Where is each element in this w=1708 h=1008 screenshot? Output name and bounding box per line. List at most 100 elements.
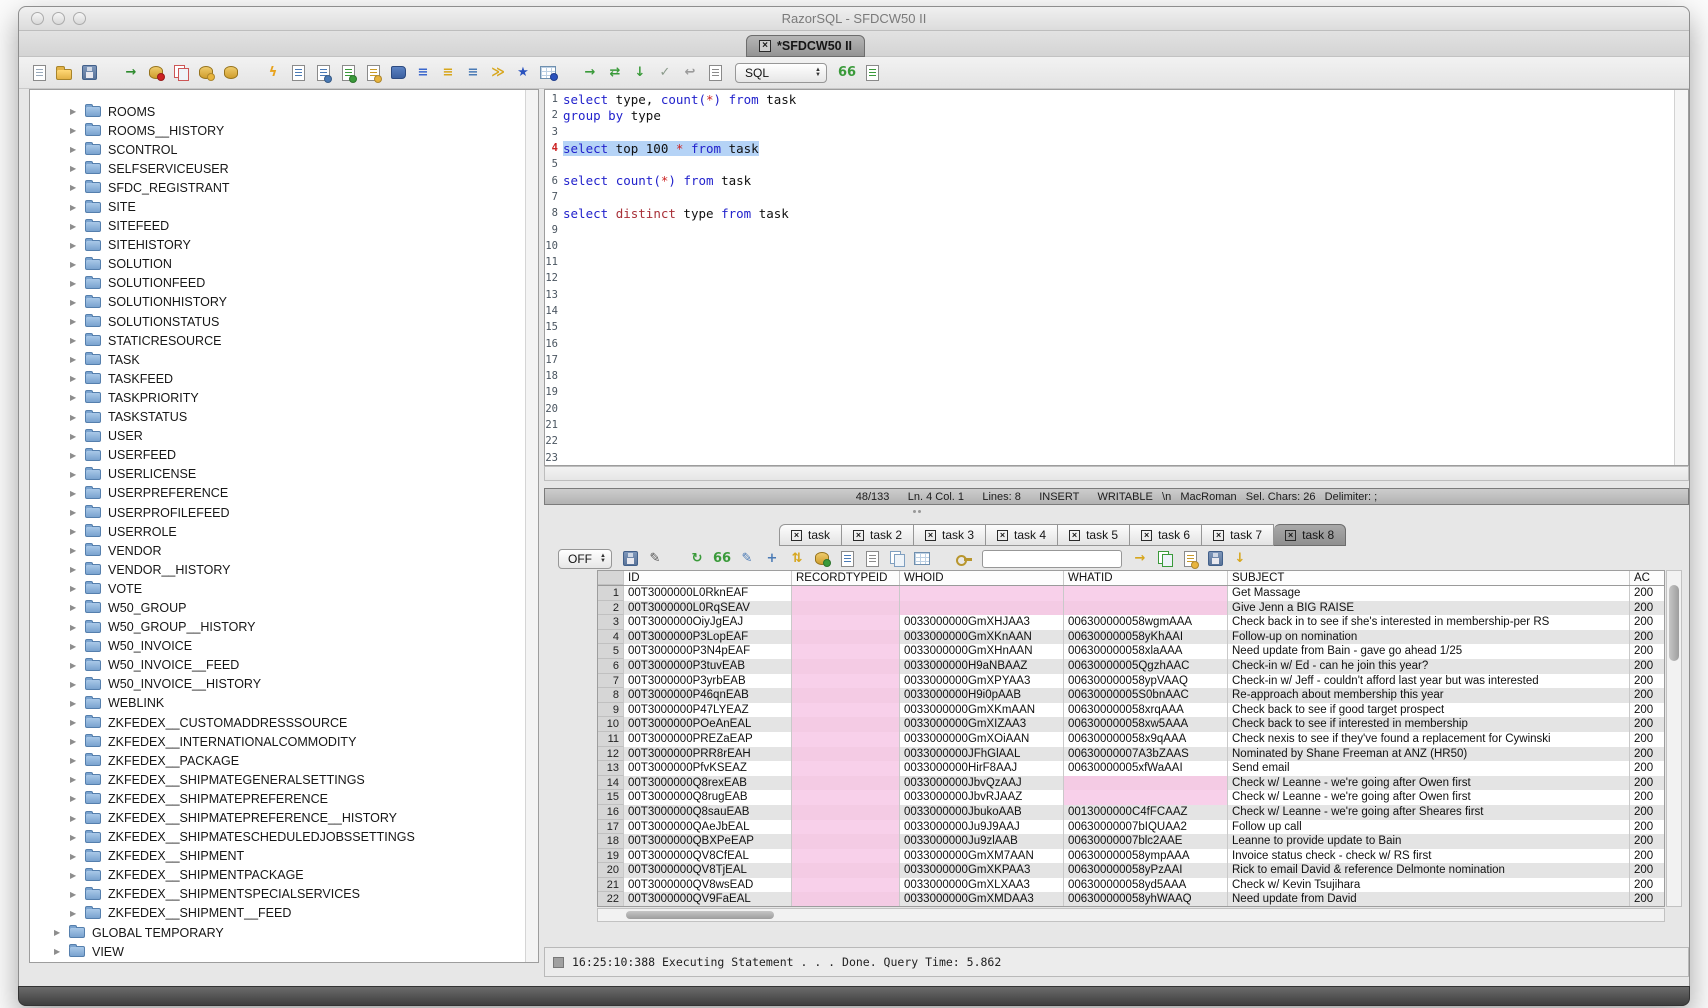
edit-connection-icon[interactable] [196,63,216,83]
grid-cell[interactable]: 200 [1630,688,1665,703]
editor-line-12[interactable]: 12 [545,270,1673,286]
editor-line-14[interactable]: 14 [545,303,1673,319]
tree-item-weblink[interactable]: ▶WEBLINK [30,694,525,713]
edit-results-icon[interactable]: ✎ [737,549,757,569]
tree-item-zkfedex-shipmatepreference-history[interactable]: ▶ZKFEDEX__SHIPMATEPREFERENCE__HISTORY [30,808,525,827]
tree-item-vote[interactable]: ▶VOTE [30,579,525,598]
grid-cell[interactable] [900,601,1064,616]
column-header-id[interactable]: ID [624,571,792,585]
tree-item-sitehistory[interactable]: ▶SITEHISTORY [30,236,525,255]
run-statement-icon[interactable]: → [580,63,600,83]
sql-history-icon[interactable] [388,63,408,83]
grid-cell[interactable]: 200 [1630,878,1665,893]
grid-row-14[interactable]: 1400T3000000Q8rexEAB0033000000JbvQzAAJCh… [598,776,1664,791]
grid-cell[interactable]: 0033000000GmXKPAA3 [900,863,1064,878]
editor-line-18[interactable]: 18 [545,368,1673,384]
editor-line-11[interactable]: 11 [545,254,1673,270]
row-number[interactable]: 12 [598,747,624,762]
grid-cell[interactable]: 0033000000JbvQzAAJ [900,776,1064,791]
expand-arrow-icon[interactable]: ▶ [70,584,85,593]
grid-cell[interactable]: Need update from David [1228,892,1630,907]
grid-cell[interactable]: 00630000005xfWaAAI [1064,761,1228,776]
editor-line-23[interactable]: 23 [545,450,1673,466]
grid-cell[interactable] [792,674,900,689]
grid-cell[interactable]: Rick to email David & reference Delmonte… [1228,863,1630,878]
grid-cell[interactable]: Leanne to provide update to Bain [1228,834,1630,849]
grid-cell[interactable] [792,776,900,791]
tree-item-scontrol[interactable]: ▶SCONTROL [30,140,525,159]
grid-cell[interactable]: 00T3000000QAeJbEAL [624,820,792,835]
editor-hscrollbar[interactable] [544,466,1689,481]
grid-cell[interactable]: 006300000058xlaAAA [1064,644,1228,659]
expand-arrow-icon[interactable]: ▶ [70,794,85,803]
grid-cell[interactable]: 0033000000H9aNBAAZ [900,659,1064,674]
grid-cell[interactable]: 0033000000GmXHJAA3 [900,615,1064,630]
grid-cell[interactable]: 200 [1630,601,1665,616]
tree-item-user[interactable]: ▶USER [30,427,525,446]
favorites-icon[interactable]: ★ [513,63,533,83]
row-number[interactable]: 19 [598,849,624,864]
copy-connection-icon[interactable] [171,63,191,83]
grid-cell[interactable] [792,878,900,893]
row-number[interactable]: 4 [598,630,624,645]
grid-cell[interactable]: Need update from Bain - gave go ahead 1/… [1228,644,1630,659]
grid-cell[interactable]: 0033000000GmXIZAA3 [900,717,1064,732]
grid-cell[interactable]: 200 [1630,732,1665,747]
row-number[interactable]: 11 [598,732,624,747]
tree-item-global-temporary[interactable]: ▶GLOBAL TEMPORARY [30,923,525,942]
grid-cell[interactable]: 00T3000000L0RqSEAV [624,601,792,616]
result-tab-task-3[interactable]: ×task 3 [914,524,986,546]
grid-cell[interactable] [792,820,900,835]
grid-row-1[interactable]: 100T3000000L0RknEAFGet Massage200 [598,586,1664,601]
scroll-thumb[interactable] [626,911,774,919]
view-log-icon[interactable] [705,63,725,83]
expand-arrow-icon[interactable]: ▶ [70,317,85,326]
grid-cell[interactable]: 00630000005S0bnAAC [1064,688,1228,703]
tree-item-w50-invoice[interactable]: ▶W50_INVOICE [30,637,525,656]
expand-arrow-icon[interactable]: ▶ [70,737,85,746]
grid-cell[interactable]: 0033000000GmXKnAAN [900,630,1064,645]
row-number[interactable]: 9 [598,703,624,718]
grid-row-18[interactable]: 1800T3000000QBXPeEAP0033000000Ju9zlAAB00… [598,834,1664,849]
expand-arrow-icon[interactable]: ▶ [70,871,85,880]
grid-cell[interactable]: Follow-up on nomination [1228,630,1630,645]
tree-item-userprofilefeed[interactable]: ▶USERPROFILEFEED [30,503,525,522]
grid-cell[interactable]: 00T3000000PREZaEAP [624,732,792,747]
tree-item-zkfedex-shipmentpackage[interactable]: ▶ZKFEDEX__SHIPMENTPACKAGE [30,866,525,885]
close-connection-icon[interactable]: × [759,40,771,52]
tree-item-userfeed[interactable]: ▶USERFEED [30,446,525,465]
editor-line-9[interactable]: 9 [545,221,1673,237]
row-number[interactable]: 14 [598,776,624,791]
editor-line-17[interactable]: 17 [545,352,1673,368]
grid-row-8[interactable]: 800T3000000P46qnEAB0033000000H9i0pAAB006… [598,688,1664,703]
sql-editor[interactable]: 1select type, count(*) from task2group b… [544,89,1689,466]
grid-cell[interactable] [792,659,900,674]
close-tab-icon[interactable]: × [791,530,802,541]
grid-cell[interactable]: 0033000000Ju9J9AAJ [900,820,1064,835]
grid-cell[interactable]: 006300000058ypVAAQ [1064,674,1228,689]
grid-cell[interactable]: 200 [1630,834,1665,849]
grid-cell[interactable]: 00630000007blc2AAE [1064,834,1228,849]
row-number[interactable]: 7 [598,674,624,689]
grid-cell[interactable] [792,644,900,659]
expand-arrow-icon[interactable]: ▶ [70,909,85,918]
grid-cell[interactable]: Re-approach about membership this year [1228,688,1630,703]
grid-cell[interactable]: Send email [1228,761,1630,776]
tree-item-w50-group[interactable]: ▶W50_GROUP [30,598,525,617]
editor-line-13[interactable]: 13 [545,287,1673,303]
grid-row-13[interactable]: 1300T3000000PfvKSEAZ0033000000HirF8AAJ00… [598,761,1664,776]
row-number[interactable]: 16 [598,805,624,820]
grid-cell[interactable]: 200 [1630,586,1665,601]
editor-line-20[interactable]: 20 [545,401,1673,417]
expand-arrow-icon[interactable]: ▶ [70,489,85,498]
grid-row-4[interactable]: 400T3000000P3LopEAF0033000000GmXKnAAN006… [598,630,1664,645]
grid-cell[interactable] [792,615,900,630]
add-connection-icon[interactable] [146,63,166,83]
column-header-ac[interactable]: AC [1630,571,1665,585]
grid-cell[interactable]: 0033000000GmXKmAAN [900,703,1064,718]
expand-arrow-icon[interactable]: ▶ [70,718,85,727]
expand-arrow-icon[interactable]: ▶ [54,928,69,937]
grid-cell[interactable] [792,630,900,645]
result-tab-task-8[interactable]: ×task 8 [1274,524,1346,546]
save-grid-icon[interactable] [1205,549,1225,569]
